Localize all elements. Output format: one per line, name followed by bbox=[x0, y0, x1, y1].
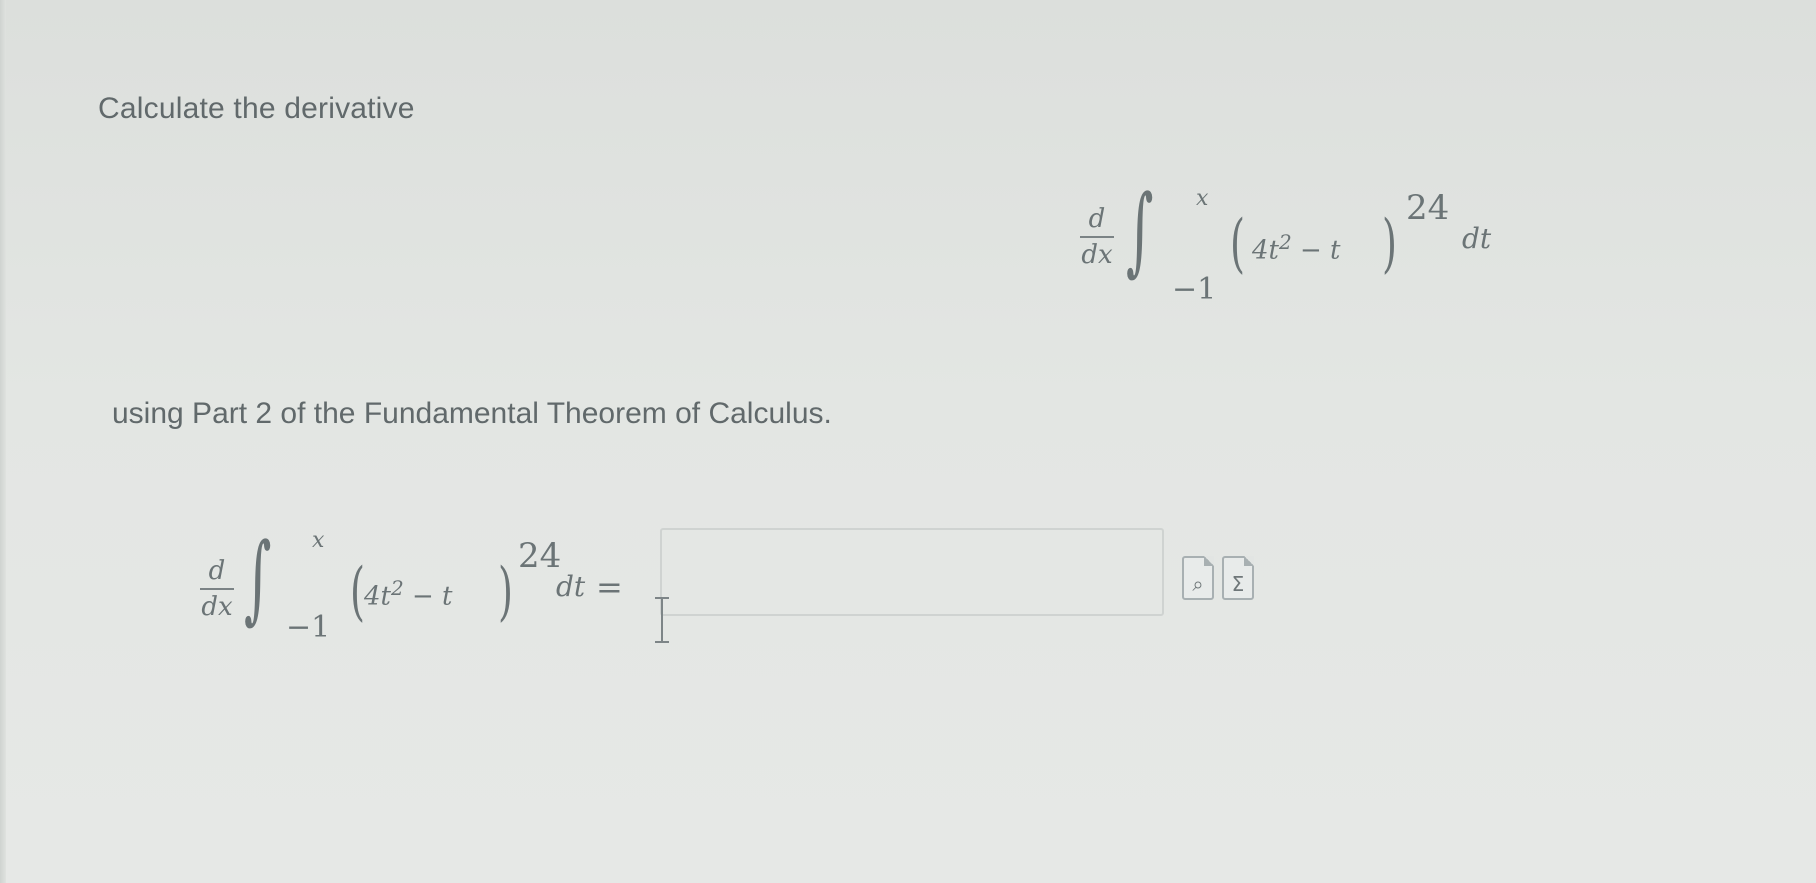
answer-input[interactable] bbox=[660, 528, 1164, 616]
integrand-power: 2 bbox=[391, 576, 404, 600]
fraction-bar bbox=[1080, 236, 1114, 238]
preview-button[interactable]: ⌕ bbox=[1182, 556, 1214, 600]
integrand-coefficient: 4t bbox=[1252, 235, 1279, 266]
derivative-denominator: dx bbox=[1081, 240, 1113, 270]
derivative-numerator: d bbox=[208, 556, 226, 586]
right-paren: ) bbox=[1382, 207, 1397, 281]
question-instruction: using Part 2 of the Fundamental Theorem … bbox=[112, 397, 832, 430]
integral-upper-limit: x bbox=[1196, 186, 1209, 211]
equals-sign: = bbox=[596, 568, 623, 606]
outer-exponent: 24 bbox=[1406, 188, 1450, 228]
integrand-rest: − t bbox=[403, 581, 453, 612]
page-edge bbox=[0, 0, 6, 883]
integral-sign: ∫ bbox=[1126, 174, 1154, 286]
integral-lower-limit: −1 bbox=[1172, 272, 1217, 307]
left-paren: ( bbox=[1230, 207, 1245, 281]
text-cursor-icon bbox=[655, 597, 669, 643]
differential: dt bbox=[556, 570, 586, 603]
page-corner-icon bbox=[1204, 556, 1214, 566]
derivative-operator: d dx bbox=[200, 556, 234, 622]
right-paren: ) bbox=[498, 555, 513, 629]
integral-lower-limit: −1 bbox=[286, 610, 331, 645]
integrand-power: 2 bbox=[1279, 230, 1292, 254]
integral-upper-limit: x bbox=[312, 528, 325, 553]
sigma-document-icon: Σ bbox=[1231, 572, 1245, 596]
outer-exponent: 24 bbox=[518, 536, 562, 576]
fraction-bar bbox=[200, 588, 234, 590]
magnifier-document-icon: ⌕ bbox=[1192, 572, 1204, 596]
left-paren: ( bbox=[350, 555, 365, 629]
differential: dt bbox=[1462, 222, 1492, 255]
display-expression: d dx ∫ x −1 ( 4t2 − t ) 24 dt bbox=[1080, 182, 1500, 326]
integrand-coefficient: 4t bbox=[364, 581, 391, 612]
question-intro: Calculate the derivative bbox=[98, 92, 415, 125]
derivative-denominator: dx bbox=[201, 592, 233, 622]
integrand: 4t2 − t bbox=[364, 576, 453, 612]
derivative-numerator: d bbox=[1088, 204, 1106, 234]
page-corner-icon bbox=[1244, 556, 1254, 566]
math-symbols-button[interactable]: Σ bbox=[1222, 556, 1254, 600]
integral-sign: ∫ bbox=[244, 522, 272, 634]
answer-expression: d dx ∫ x −1 ( 4t2 − t ) 24 dt = bbox=[200, 526, 640, 656]
integrand: 4t2 − t bbox=[1252, 230, 1341, 266]
derivative-operator: d dx bbox=[1080, 204, 1114, 270]
integrand-rest: − t bbox=[1291, 235, 1341, 266]
